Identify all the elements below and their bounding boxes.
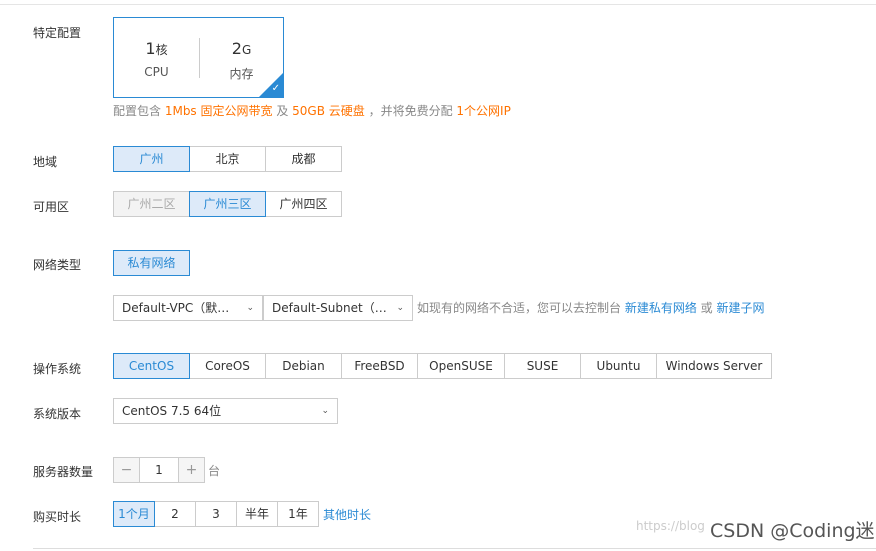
zone-option-3[interactable]: 广州三区 xyxy=(189,191,266,217)
duration-option-1month[interactable]: 1个月 xyxy=(113,501,155,527)
zone-label: 可用区 xyxy=(33,200,70,214)
zone-group: 广州二区 广州三区 广州四区 xyxy=(113,191,342,217)
note-disk: 50GB 云硬盘 xyxy=(292,104,365,118)
server-count-label: 服务器数量 xyxy=(33,465,94,479)
network-label: 网络类型 xyxy=(33,258,82,272)
chevron-down-icon: ⌄ xyxy=(396,303,404,313)
mem-unit: G xyxy=(241,43,252,57)
cpu-unit: 核 xyxy=(155,43,168,57)
chevron-down-icon: ⌄ xyxy=(246,303,254,313)
cpu-value: 1 xyxy=(145,39,156,58)
bottom-divider xyxy=(33,548,876,549)
region-label: 地域 xyxy=(33,155,58,169)
region-option-guangzhou[interactable]: 广州 xyxy=(113,146,190,172)
hint-text: 如现有的网络不合适，您可以去控制台 xyxy=(417,301,625,315)
os-option-opensuse[interactable]: OpenSUSE xyxy=(417,353,505,379)
subnet-select-value: Default-Subnet（… xyxy=(272,301,387,315)
duration-option-2[interactable]: 2 xyxy=(154,501,196,527)
plus-button[interactable]: + xyxy=(178,457,205,483)
minus-button[interactable]: − xyxy=(113,457,140,483)
note-bandwidth: 1Mbs 固定公网带宽 xyxy=(164,104,273,118)
duration-group: 1个月 2 3 半年 1年 xyxy=(113,501,319,527)
hint-or: 或 xyxy=(696,301,717,315)
duration-option-3[interactable]: 3 xyxy=(195,501,237,527)
network-option-private[interactable]: 私有网络 xyxy=(113,250,190,276)
csdn-watermark: CSDN @Coding迷 xyxy=(710,520,875,542)
os-version-value: CentOS 7.5 64位 xyxy=(122,404,222,418)
duration-option-halfyear[interactable]: 半年 xyxy=(236,501,278,527)
other-duration-link[interactable]: 其他时长 xyxy=(323,506,371,523)
quantity-stepper: − 1 + xyxy=(113,457,205,483)
vpc-select-value: Default-VPC（默… xyxy=(122,301,230,315)
region-group: 广州 北京 成都 xyxy=(113,146,342,172)
os-option-windows[interactable]: Windows Server xyxy=(656,353,772,379)
duration-label: 购买时长 xyxy=(33,510,82,524)
subnet-select[interactable]: Default-Subnet（… ⌄ xyxy=(263,295,413,321)
duration-option-1year[interactable]: 1年 xyxy=(277,501,319,527)
note-ip: 1个公网IP xyxy=(456,104,511,118)
cpu-name: CPU xyxy=(144,65,169,79)
check-icon: ✓ xyxy=(271,83,280,94)
network-type-group: 私有网络 xyxy=(113,250,190,276)
spec-note: 配置包含 1Mbs 固定公网带宽 及 50GB 云硬盘 ，并将免费分配 1个公网… xyxy=(113,102,511,119)
region-option-chengdu[interactable]: 成都 xyxy=(265,146,342,172)
chevron-down-icon: ⌄ xyxy=(321,406,329,416)
top-divider xyxy=(0,4,876,5)
os-option-debian[interactable]: Debian xyxy=(265,353,342,379)
note-prefix: 配置包含 xyxy=(113,104,165,118)
os-option-suse[interactable]: SUSE xyxy=(504,353,581,379)
quantity-unit: 台 xyxy=(208,464,221,478)
quantity-input[interactable]: 1 xyxy=(140,457,178,483)
os-option-ubuntu[interactable]: Ubuntu xyxy=(580,353,657,379)
zone-option-4[interactable]: 广州四区 xyxy=(265,191,342,217)
region-option-beijing[interactable]: 北京 xyxy=(189,146,266,172)
watermark-url: https://blog xyxy=(636,519,705,533)
network-hint: 如现有的网络不合适，您可以去控制台 新建私有网络 或 新建子网 xyxy=(417,299,765,316)
os-option-centos[interactable]: CentOS xyxy=(113,353,190,379)
os-option-coreos[interactable]: CoreOS xyxy=(189,353,266,379)
spec-card-selected[interactable]: 1核 CPU 2G 内存 ✓ xyxy=(113,17,284,98)
note-mid: ，并将免费分配 xyxy=(364,104,457,118)
os-version-label: 系统版本 xyxy=(33,407,82,421)
note-and: 及 xyxy=(272,104,293,118)
os-version-select[interactable]: CentOS 7.5 64位 ⌄ xyxy=(113,398,338,424)
os-label: 操作系统 xyxy=(33,362,82,376)
zone-option-2: 广州二区 xyxy=(113,191,190,217)
new-vpc-link[interactable]: 新建私有网络 xyxy=(625,301,697,315)
os-group: CentOS CoreOS Debian FreeBSD OpenSUSE SU… xyxy=(113,353,772,379)
spec-cpu: 1核 CPU xyxy=(114,18,199,97)
new-subnet-link[interactable]: 新建子网 xyxy=(716,301,764,315)
vpc-select[interactable]: Default-VPC（默… ⌄ xyxy=(113,295,263,321)
os-option-freebsd[interactable]: FreeBSD xyxy=(341,353,418,379)
spec-label: 特定配置 xyxy=(33,26,82,40)
mem-value: 2 xyxy=(231,39,242,58)
